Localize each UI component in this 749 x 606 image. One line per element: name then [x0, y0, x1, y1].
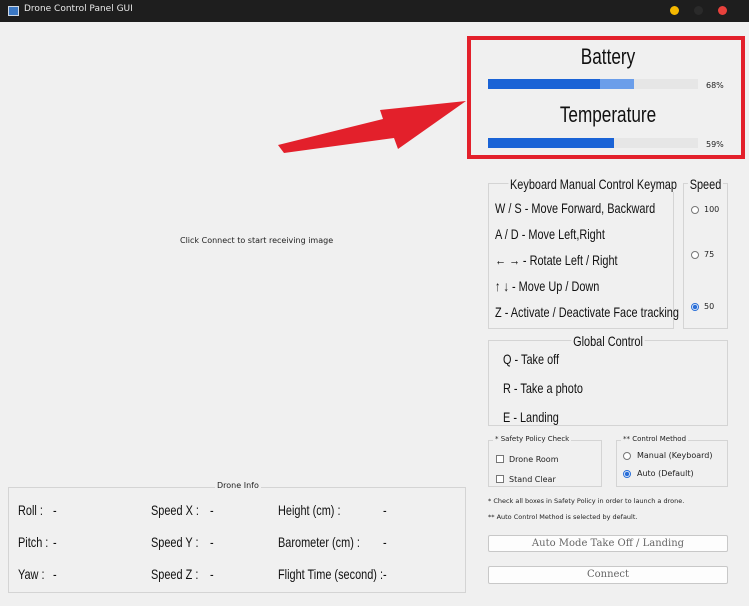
flight-time-value: - — [383, 566, 387, 582]
height-label: Height (cm) : — [278, 502, 341, 518]
safety-policy-title: * Safety Policy Check — [493, 435, 572, 443]
speed-option-label: 75 — [704, 250, 715, 259]
battery-progress-bar — [488, 79, 698, 89]
minimize-button[interactable] — [670, 6, 679, 15]
speed-option-label: 50 — [704, 302, 715, 311]
video-placeholder-text: Click Connect to start receiving image — [180, 236, 334, 245]
auto-default-radio[interactable] — [623, 470, 631, 478]
barometer-label: Barometer (cm) : — [278, 534, 360, 550]
connect-button[interactable]: Connect — [488, 566, 728, 584]
yaw-value: - — [53, 566, 57, 582]
safety-note: * Check all boxes in Safety Policy in or… — [488, 497, 685, 505]
speed-y-value: - — [210, 534, 214, 550]
maximize-button[interactable] — [694, 6, 703, 15]
roll-label: Roll : — [18, 502, 43, 518]
auto-default-label: Auto (Default) — [637, 469, 694, 478]
drone-info-group — [8, 487, 466, 593]
barometer-value: - — [383, 534, 387, 550]
global-control-item: Q - Take off — [503, 351, 560, 367]
global-control-item: E - Landing — [503, 409, 559, 425]
stand-clear-label: Stand Clear — [509, 475, 556, 484]
drone-room-label: Drone Room — [509, 455, 559, 464]
red-arrow-annotation — [278, 101, 466, 153]
global-control-item: R - Take a photo — [503, 380, 583, 396]
keymap-title: Keyboard Manual Control Keymap — [508, 176, 679, 192]
control-method-title: ** Control Method — [621, 435, 689, 443]
drone-info-title: Drone Info — [215, 481, 261, 490]
speed-z-value: - — [210, 566, 214, 582]
drone-room-checkbox[interactable] — [496, 455, 504, 463]
flight-time-label: Flight Time (second) : — [278, 566, 383, 582]
control-method-note: ** Auto Control Method is selected by de… — [488, 513, 638, 521]
speed-y-label: Speed Y : — [151, 534, 199, 550]
battery-percent: 68% — [706, 81, 724, 90]
manual-keyboard-label: Manual (Keyboard) — [637, 451, 713, 460]
yaw-label: Yaw : — [18, 566, 45, 582]
temperature-progress-bar — [488, 138, 698, 148]
manual-keyboard-radio[interactable] — [623, 452, 631, 460]
pitch-value: - — [53, 534, 57, 550]
speed-x-value: - — [210, 502, 214, 518]
keymap-item: ↑ ↓ - Move Up / Down — [495, 278, 600, 294]
keymap-item: W / S - Move Forward, Backward — [495, 200, 656, 216]
speed-radio-50[interactable] — [691, 303, 699, 311]
keymap-item: Z - Activate / Deactivate Face tracking — [495, 304, 679, 320]
speed-title: Speed — [688, 176, 723, 192]
temperature-percent: 59% — [706, 140, 724, 149]
speed-x-label: Speed X : — [151, 502, 199, 518]
auto-mode-takeoff-landing-button[interactable]: Auto Mode Take Off / Landing — [488, 535, 728, 552]
speed-z-label: Speed Z : — [151, 566, 199, 582]
temperature-label: Temperature — [559, 102, 657, 127]
height-value: - — [383, 502, 387, 518]
stand-clear-checkbox[interactable] — [496, 475, 504, 483]
app-window-icon — [8, 6, 19, 16]
control-method-group — [616, 440, 728, 487]
keymap-item: A / D - Move Left,Right — [495, 226, 605, 242]
speed-radio-100[interactable] — [691, 206, 699, 214]
global-control-title: Global Control — [571, 333, 645, 349]
speed-option-label: 100 — [704, 205, 720, 214]
close-button[interactable] — [718, 6, 727, 15]
roll-value: - — [53, 502, 57, 518]
speed-radio-75[interactable] — [691, 251, 699, 259]
battery-label: Battery — [580, 44, 636, 69]
pitch-label: Pitch : — [18, 534, 49, 550]
window-title: Drone Control Panel GUI — [24, 4, 133, 14]
keymap-item: ← → - Rotate Left / Right — [495, 252, 618, 268]
